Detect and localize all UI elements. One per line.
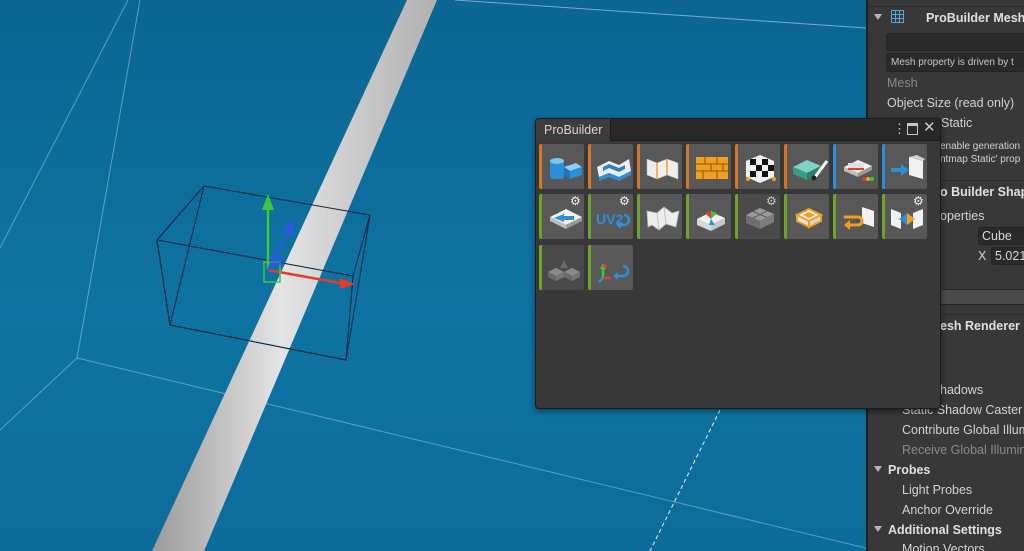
mesh-driven-notice: Mesh property is driven by t — [886, 53, 1024, 72]
mirror-objects-tool-icon — [548, 260, 580, 281]
maximize-icon[interactable] — [907, 123, 918, 135]
generate-uv2-tool[interactable]: UV2 ⚙ — [588, 194, 633, 239]
mirror-objects-tool[interactable] — [539, 245, 584, 290]
close-icon[interactable]: ✕ — [923, 120, 936, 135]
mesh-label: Mesh — [887, 76, 918, 90]
material-editor-tool-icon — [696, 157, 728, 179]
options-gear-icon[interactable]: ⚙ — [570, 195, 582, 207]
poly-shape-tool-icon — [597, 159, 631, 181]
x-axis-label: X — [978, 249, 987, 263]
lightmap-note-1: enable generation — [940, 141, 1021, 152]
new-poly-shape-tool[interactable] — [833, 144, 878, 189]
shape-action-button[interactable] — [940, 289, 1024, 305]
options-gear-icon[interactable]: ⚙ — [619, 195, 631, 207]
static-label: Static — [941, 116, 973, 130]
freeze-transform-tool[interactable] — [833, 194, 878, 239]
additional-settings-arrow-icon[interactable] — [874, 526, 882, 532]
cast-shadows-label: hadows — [940, 383, 984, 397]
motion-vectors-label: Motion Vectors — [902, 542, 985, 551]
new-poly-shape-tool-icon — [844, 160, 874, 181]
additional-settings-label: Additional Settings — [888, 523, 1002, 537]
new-shape-tool[interactable] — [539, 144, 584, 189]
uv-editor-tool-icon — [746, 155, 776, 183]
foldout-arrow-icon[interactable] — [874, 14, 882, 20]
flip-normals-tool-icon — [646, 206, 680, 231]
shape-properties-label: operties — [940, 209, 985, 223]
window-titlebar[interactable]: ProBuilder ⋮ ✕ — [536, 119, 940, 141]
lightmap-note-2: ntmap Static' prop — [940, 154, 1021, 165]
probuilder-window[interactable]: ProBuilder ⋮ ✕ ⚙ UV2 ⚙ ⚙ ⚙ — [535, 118, 941, 409]
new-shape-tool-icon — [550, 158, 582, 179]
conform-normals-tool[interactable] — [784, 194, 829, 239]
conform-normals-tool-icon — [794, 207, 824, 229]
flip-normals-tool[interactable] — [637, 194, 682, 239]
options-gear-icon[interactable]: ⚙ — [766, 195, 778, 207]
probes-foldout[interactable]: Probes — [874, 463, 930, 477]
probes-foldout-arrow-icon[interactable] — [874, 466, 882, 472]
smoothing-tool[interactable] — [637, 144, 682, 189]
export-tool[interactable] — [882, 144, 927, 189]
pivot-to-vertex-tool[interactable] — [588, 245, 633, 290]
probuilder-mesh-header[interactable]: ProBuilder Mesh — [874, 10, 1024, 25]
subdivide-tool[interactable]: ⚙ — [735, 194, 780, 239]
shape-type-dropdown[interactable]: Cube — [978, 227, 1024, 245]
center-pivot-tool[interactable]: ⚙ — [539, 194, 584, 239]
object-size-label: Object Size (read only) — [887, 96, 1015, 110]
export-tool-icon — [891, 155, 925, 179]
triangulate-tool-icon — [697, 211, 725, 231]
probes-label: Probes — [888, 463, 931, 477]
kebab-menu-icon[interactable]: ⋮ — [893, 122, 906, 136]
probuilder-tab[interactable]: ProBuilder — [536, 119, 612, 141]
poly-shape-tool[interactable] — [588, 144, 633, 189]
light-probes-label: Light Probes — [902, 483, 973, 497]
freeze-transform-tool-icon — [844, 207, 874, 230]
size-x-field[interactable]: 5.021 — [991, 247, 1024, 265]
material-editor-tool[interactable] — [686, 144, 731, 189]
contribute-gi-label: Contribute Global Illum — [902, 423, 1024, 437]
smoothing-tool-icon — [646, 158, 679, 180]
pivot-to-vertex-tool-icon — [598, 263, 630, 283]
anchor-override-label: Anchor Override — [902, 503, 994, 517]
triangulate-tool[interactable] — [686, 194, 731, 239]
options-gear-icon[interactable]: ⚙ — [913, 195, 925, 207]
mesh-grid-icon — [891, 10, 905, 23]
vertex-colors-tool[interactable] — [784, 144, 829, 189]
vertex-colors-tool-icon — [793, 160, 829, 181]
component-title: ProBuilder Mesh — [925, 11, 1024, 25]
additional-settings-foldout[interactable]: Additional Settings — [874, 523, 1002, 537]
mesh-renderer-header[interactable]: esh Renderer — [940, 319, 1020, 333]
receive-gi-label: Receive Global Illumin — [902, 443, 1024, 457]
mesh-name-field[interactable] — [886, 33, 1024, 51]
probuilder-shape-header[interactable]: o Builder Shape — [940, 185, 1024, 199]
merge-objects-tool[interactable]: ⚙ — [882, 194, 927, 239]
uv-editor-tool[interactable] — [735, 144, 780, 189]
